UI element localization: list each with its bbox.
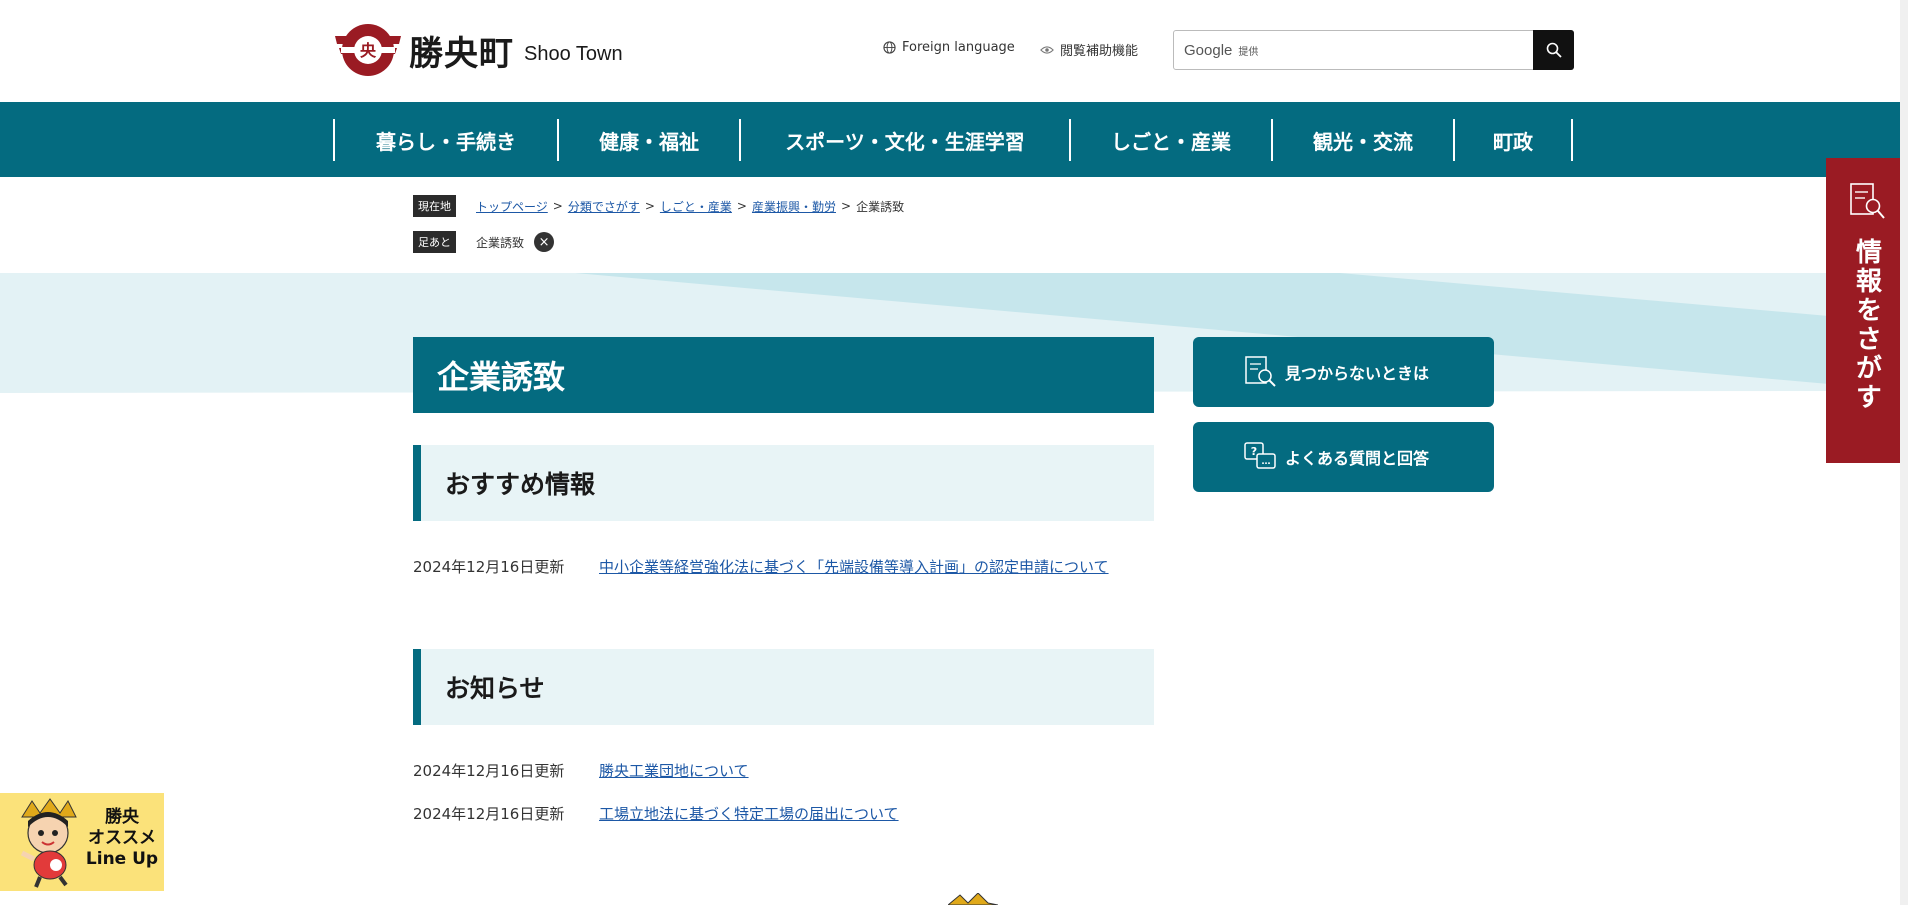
item-date: 2024年12月16日更新 — [413, 762, 565, 780]
gnav-item-living[interactable]: 暮らし・手続き — [335, 119, 559, 161]
breadcrumb-link-top[interactable]: トップページ — [476, 198, 548, 215]
not-found-label: 見つからないときは — [1285, 364, 1430, 383]
list-item: 2024年12月16日更新 中小企業等経営強化法に基づく「先端設備等導入計画」の… — [413, 553, 1154, 581]
breadcrumb: 現在地 トップページ > 分類でさがす > しごと・産業 > 産業振興・勤労 >… — [413, 195, 904, 217]
page-title: 企業誘致 — [413, 337, 1154, 413]
eye-icon — [1040, 45, 1054, 54]
list-item: 2024年12月16日更新 勝央工業団地について — [413, 757, 1154, 785]
gnav-label: 観光・交流 — [1313, 129, 1413, 154]
breadcrumb-separator: > — [841, 199, 852, 213]
item-link[interactable]: 工場立地法に基づく特定工場の届出について — [599, 800, 1154, 828]
item-date: 2024年12月16日更新 — [413, 558, 565, 576]
breadcrumb-link-work[interactable]: しごと・産業 — [660, 198, 732, 215]
info-search-label: 情報をさがす — [1851, 238, 1882, 412]
footprint: 足あと 企業誘致 × — [413, 231, 555, 253]
accessibility-label: 閲覧補助機能 — [1060, 44, 1139, 59]
gnav-label: 健康・福祉 — [599, 129, 699, 154]
svg-text:…: … — [1262, 457, 1271, 467]
gnav-label: スポーツ・文化・生涯学習 — [785, 129, 1025, 154]
item-link[interactable]: 中小企業等経営強化法に基づく「先端設備等導入計画」の認定申請について — [599, 553, 1154, 581]
gnav-item-sports[interactable]: スポーツ・文化・生涯学習 — [741, 119, 1071, 161]
banner-text: 勝央 オススメ Line Up — [82, 807, 162, 870]
global-nav: 暮らし・手続き 健康・福祉 スポーツ・文化・生涯学習 しごと・産業 観光・交流 … — [0, 102, 1908, 177]
breadcrumb-separator: > — [552, 199, 563, 213]
breadcrumb-separator: > — [736, 199, 747, 213]
gnav-label: 暮らし・手続き — [376, 129, 516, 154]
banner-line: Line Up — [85, 849, 159, 869]
breadcrumb-separator: > — [644, 199, 655, 213]
osusume-lineup-banner[interactable]: 勝央 オススメ Line Up — [0, 793, 164, 891]
footprint-label: 足あと — [413, 231, 456, 253]
gnav-label: 町政 — [1493, 129, 1533, 154]
not-found-button[interactable]: 見つからないときは — [1193, 337, 1494, 407]
footprint-item[interactable]: 企業誘致 — [476, 234, 524, 251]
site-logo[interactable]: 央 勝央町 Shoo Town — [333, 22, 623, 78]
gnav-label: しごと・産業 — [1111, 129, 1231, 154]
google-label: Google — [1184, 41, 1233, 59]
foreign-language-link[interactable]: Foreign language — [883, 40, 1015, 55]
document-search-icon — [1850, 183, 1885, 219]
svg-text:央: 央 — [360, 41, 377, 60]
decorative-mascot-fragment — [948, 893, 998, 905]
faq-button[interactable]: ? … よくある質問と回答 — [1193, 422, 1494, 492]
site-header: 央 勝央町 Shoo Town Foreign language 閲覧補助機能 … — [0, 0, 1908, 102]
banner-line: 勝央 — [105, 807, 139, 827]
item-date: 2024年12月16日更新 — [413, 805, 565, 823]
site-search: Google 提供 — [1173, 30, 1574, 70]
item-link[interactable]: 勝央工業団地について — [599, 757, 1154, 785]
faq-label: よくある質問と回答 — [1285, 449, 1430, 468]
breadcrumb-current: 企業誘致 — [856, 199, 905, 214]
scrollbar[interactable] — [1900, 0, 1908, 905]
breadcrumb-link-category[interactable]: 分類でさがす — [568, 198, 640, 215]
foreign-language-label: Foreign language — [902, 40, 1015, 55]
gnav-item-tourism[interactable]: 観光・交流 — [1273, 119, 1455, 161]
breadcrumb-label: 現在地 — [413, 195, 456, 217]
town-emblem-icon: 央 — [333, 22, 403, 78]
svg-text:?: ? — [1251, 445, 1257, 458]
accessibility-link[interactable]: 閲覧補助機能 — [1040, 40, 1138, 59]
gnav-item-work[interactable]: しごと・産業 — [1071, 119, 1273, 161]
faq-chat-icon: ? … — [1244, 442, 1276, 469]
globe-icon — [883, 41, 896, 54]
gnav-item-government[interactable]: 町政 — [1455, 119, 1573, 161]
breadcrumb-link-industry[interactable]: 産業振興・勤労 — [752, 198, 836, 215]
list-item: 2024年12月16日更新 工場立地法に基づく特定工場の届出について — [413, 800, 1154, 828]
document-search-icon — [1245, 356, 1276, 387]
site-name-jp: 勝央町 — [409, 33, 514, 74]
banner-line: オススメ — [88, 828, 156, 848]
site-name-en: Shoo Town — [524, 42, 623, 65]
search-input[interactable]: Google 提供 — [1174, 31, 1533, 69]
mascot-icon — [20, 798, 77, 888]
search-button[interactable] — [1533, 30, 1574, 70]
info-search-tab[interactable]: 情報をさがす — [1826, 158, 1908, 463]
close-icon[interactable]: × — [534, 232, 555, 252]
recommended-heading: おすすめ情報 — [413, 445, 1154, 521]
news-heading: お知らせ — [413, 649, 1154, 725]
provided-label: 提供 — [1238, 46, 1259, 58]
search-icon — [1546, 42, 1562, 58]
gnav-item-health[interactable]: 健康・福祉 — [559, 119, 741, 161]
